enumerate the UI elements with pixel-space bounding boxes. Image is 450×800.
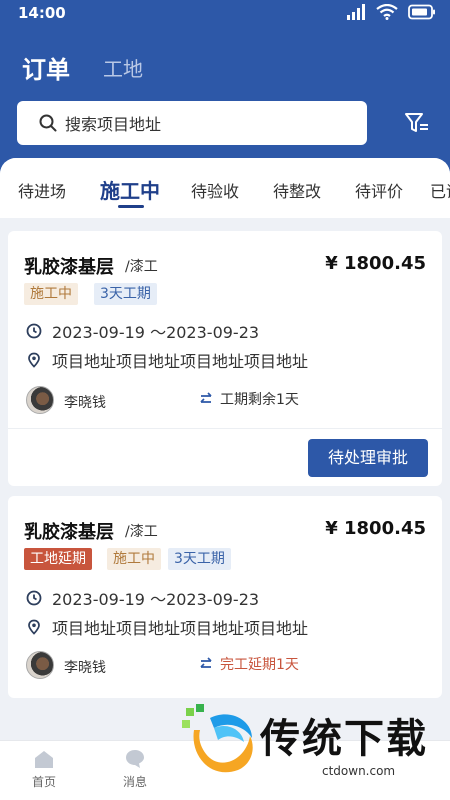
completion-delay: 完工延期1天 [220,657,299,673]
swap-icon [200,657,212,668]
order-title: 乳胶漆基层 [24,257,114,278]
status-time: 14:00 [18,4,66,22]
divider [8,428,442,429]
project-address: 项目地址项目地址项目地址项目地址 [52,352,309,371]
delay-badge: 工地延期 [24,548,92,570]
pending-approval-button[interactable]: 待处理审批 [308,439,428,477]
search-placeholder: 搜索项目地址 [65,115,162,134]
brand-logo [182,704,253,773]
order-price: ¥ 1800.45 [325,253,426,274]
message-icon [126,750,144,768]
tab-in-construction[interactable]: 施工中 [100,175,160,204]
wifi-icon [376,4,398,20]
period-remaining: 工期剩余1天 [220,392,299,408]
period-info: 完工延期1天 [198,654,299,674]
search-icon [39,114,57,132]
tab-reviewed[interactable]: 已评 [430,178,450,202]
nav-home-label: 首页 [31,775,56,789]
status-badge: 施工中 [107,548,161,570]
location-pin-icon [28,352,40,368]
date-row: 2023-09-19 ～2023-09-23 [26,586,259,610]
signal-icon [347,4,365,20]
order-title: 乳胶漆基层 [24,522,114,543]
avatar [26,386,54,414]
period-info: 工期剩余1天 [198,389,299,409]
tab-sites[interactable]: 工地 [103,53,143,82]
duration-badge: 3天工期 [94,283,157,305]
battery-icon [408,4,435,20]
tab-pending-acceptance[interactable]: 待验收 [191,178,239,202]
clock-icon [26,323,42,339]
location-pin-icon [28,619,40,635]
date-range: 2023-09-19 ～2023-09-23 [52,323,260,342]
nav-messages-label: 消息 [122,775,147,789]
duration-badge: 3天工期 [168,548,231,570]
watermark: 传统下载 ctdown.com [180,700,450,800]
date-row: 2023-09-19 ～2023-09-23 [26,319,259,343]
worker-name: 李晓钱 [64,660,106,676]
order-card[interactable]: 乳胶漆基层 /漆工 ¥ 1800.45 施工中 3天工期 2023-09-19 … [8,231,442,486]
clock-icon [26,590,42,606]
search-input[interactable]: 搜索项目地址 [17,101,367,145]
address-row: 项目地址项目地址项目地址项目地址 [26,615,308,639]
watermark-brand: 传统下载 [260,716,428,762]
swap-icon [200,392,212,403]
tab-pending-rectification[interactable]: 待整改 [273,178,321,202]
avatar [26,651,54,679]
order-price: ¥ 1800.45 [325,518,426,539]
home-icon [35,751,53,768]
order-card[interactable]: 乳胶漆基层 /漆工 ¥ 1800.45 工地延期 施工中 3天工期 2023-0… [8,496,442,698]
status-badge: 施工中 [24,283,78,305]
nav-messages[interactable]: 消息 [105,749,165,790]
tab-pending-entry[interactable]: 待进场 [18,178,66,202]
app-header: 14:00 订单 工地 搜索项目地址 [0,0,450,175]
tab-pending-review[interactable]: 待评价 [355,178,403,202]
worker-name: 李晓钱 [64,395,106,411]
watermark-url: ctdown.com [322,764,396,778]
order-trade: /漆工 [125,524,158,540]
status-icons [346,4,436,20]
project-address: 项目地址项目地址项目地址项目地址 [52,619,309,638]
address-row: 项目地址项目地址项目地址项目地址 [26,348,308,372]
date-range: 2023-09-19 ～2023-09-23 [52,590,260,609]
status-bar: 14:00 [0,0,450,28]
order-trade: /漆工 [125,259,158,275]
tab-orders[interactable]: 订单 [22,50,70,85]
status-tabs: 待进场 施工中 待验收 待整改 待评价 已评 [0,158,450,218]
filter-icon[interactable] [404,112,430,134]
nav-home[interactable]: 首页 [14,749,74,790]
active-tab-indicator [118,205,144,208]
